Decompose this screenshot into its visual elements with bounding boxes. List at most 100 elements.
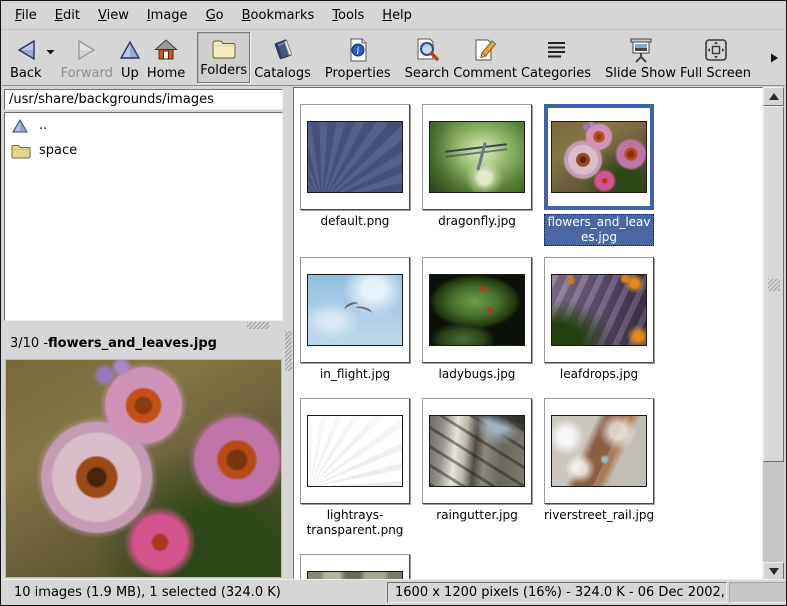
preview-status: 3/10 - flowers_and_leaves.jpg (3, 330, 284, 356)
thumbnail-image (552, 416, 646, 486)
menu-help[interactable]: Help (373, 3, 421, 28)
menubar: File Edit View Image Go Bookmarks Tools … (2, 1, 785, 30)
gthumb-window: File Edit View Image Go Bookmarks Tools … (0, 0, 787, 606)
statusbar-image-info: 1600 x 1200 pixels (16%) - 324.0 K - 06 … (387, 582, 727, 603)
forward-button[interactable]: Forward (59, 31, 115, 85)
full-screen-button[interactable]: Full Screen (678, 31, 753, 85)
categories-label: Categories (521, 66, 591, 81)
thumbnail-label[interactable]: raingutter.jpg (418, 508, 536, 523)
menu-view[interactable]: View (89, 3, 138, 28)
scrollbar-grip (768, 279, 780, 291)
splitter-grip[interactable] (247, 322, 269, 329)
search-button[interactable]: Search (403, 31, 452, 85)
thumbnail-in-flight[interactable] (300, 257, 410, 363)
menu-file[interactable]: File (6, 3, 46, 28)
folder-tree: .. space (4, 112, 283, 321)
chevron-down-icon (45, 48, 56, 56)
home-label: Home (147, 66, 185, 81)
statusbar-summary: 10 images (1.9 MB), 1 selected (324.0 K) (14, 580, 281, 605)
slide-show-button[interactable]: Slide Show (603, 31, 678, 85)
preview-pane (3, 356, 284, 581)
svg-text:i: i (356, 46, 359, 57)
thumbnail-label[interactable]: leafdrops.jpg (540, 367, 658, 382)
folder-item-parent[interactable]: .. (5, 113, 282, 138)
full-screen-label: Full Screen (680, 66, 751, 81)
back-icon (13, 36, 39, 64)
book-icon (270, 36, 296, 64)
thumbnail-label-selected[interactable]: flowers_and_leaves.jpg (544, 214, 654, 246)
up-triangle-icon (11, 118, 33, 134)
menu-tools[interactable]: Tools (323, 3, 373, 28)
preview-index: 3/10 - (10, 336, 48, 351)
thumbnail-default[interactable] (300, 104, 410, 210)
thumbnail-image (308, 416, 402, 486)
horizontal-splitter[interactable] (3, 321, 284, 330)
folders-button[interactable]: Folders (197, 32, 250, 83)
up-icon (117, 36, 143, 64)
up-button[interactable]: Up (115, 31, 145, 85)
vertical-scrollbar[interactable] (763, 87, 784, 581)
thumbnail-leafdrops[interactable] (544, 257, 654, 363)
preview-filename: flowers_and_leaves.jpg (48, 336, 217, 351)
menu-go[interactable]: Go (197, 3, 233, 28)
thumbnail-raingutter[interactable] (422, 398, 532, 504)
back-history-dropdown[interactable] (44, 30, 59, 85)
thumbnail-image (552, 275, 646, 345)
folder-item-space[interactable]: space (5, 138, 282, 163)
fullscreen-icon (703, 36, 729, 64)
thumbnail-label[interactable]: dragonfly.jpg (418, 214, 536, 229)
thumbnail-image (430, 275, 524, 345)
resize-grip[interactable] (729, 582, 787, 603)
preview-image[interactable] (5, 359, 282, 578)
thumbnail-lightrays[interactable] (300, 398, 410, 504)
document-info-icon: i (345, 36, 371, 64)
thumbnail-image (552, 122, 646, 192)
pencil-document-icon (472, 36, 498, 64)
menu-edit[interactable]: Edit (46, 3, 89, 28)
thumbnail-label[interactable]: ladybugs.jpg (418, 367, 536, 382)
thumbnail-partial[interactable] (300, 554, 410, 581)
down-triangle-icon (769, 568, 779, 575)
location-input[interactable] (4, 89, 283, 110)
catalogs-button[interactable]: Catalogs (252, 31, 313, 85)
back-label: Back (10, 66, 42, 81)
splitter-grip[interactable] (285, 331, 292, 371)
scroll-up-button[interactable] (763, 87, 784, 106)
home-button[interactable]: Home (145, 31, 187, 85)
thumbnail-label[interactable]: default.png (296, 214, 414, 229)
thumbnail-flowers-selected[interactable] (544, 104, 654, 210)
thumbnail-label[interactable]: riverstreet_rail.jpg (540, 508, 658, 523)
folder-icon (210, 36, 238, 61)
comment-button[interactable]: Comment (451, 31, 519, 85)
menu-bookmarks[interactable]: Bookmarks (233, 3, 324, 28)
vertical-splitter[interactable] (284, 86, 293, 581)
properties-label: Properties (325, 66, 391, 81)
right-arrow-icon (769, 52, 779, 64)
thumbnail-pane: default.png dragonfly.jpg flowers_and_le… (293, 87, 763, 581)
scrollbar-thumb[interactable] (763, 106, 784, 462)
menu-image[interactable]: Image (138, 3, 197, 28)
home-icon (153, 36, 179, 64)
magnifier-document-icon (414, 36, 440, 64)
projector-screen-icon (627, 36, 655, 64)
thumbnail-image (308, 122, 402, 192)
categories-button[interactable]: Categories (519, 31, 593, 85)
back-button[interactable]: Back (8, 31, 44, 85)
thumbnail-image (308, 275, 402, 345)
properties-button[interactable]: i Properties (323, 31, 393, 85)
thumbnail-label[interactable]: in_flight.jpg (296, 367, 414, 382)
thumbnail-dragonfly[interactable] (422, 104, 532, 210)
thumbnail-image (430, 416, 524, 486)
folder-icon (11, 143, 33, 159)
slide-show-label: Slide Show (605, 66, 676, 81)
list-icon (543, 36, 569, 64)
forward-label: Forward (61, 66, 113, 81)
toolbar-overflow-button[interactable] (763, 30, 785, 85)
catalogs-label: Catalogs (254, 66, 311, 81)
thumbnail-ladybugs[interactable] (422, 257, 532, 363)
thumbnail-image (430, 122, 524, 192)
up-triangle-icon (769, 93, 779, 100)
up-label: Up (121, 66, 139, 81)
thumbnail-riverstreet[interactable] (544, 398, 654, 504)
thumbnail-label[interactable]: lightrays-transparent.png (296, 508, 414, 538)
